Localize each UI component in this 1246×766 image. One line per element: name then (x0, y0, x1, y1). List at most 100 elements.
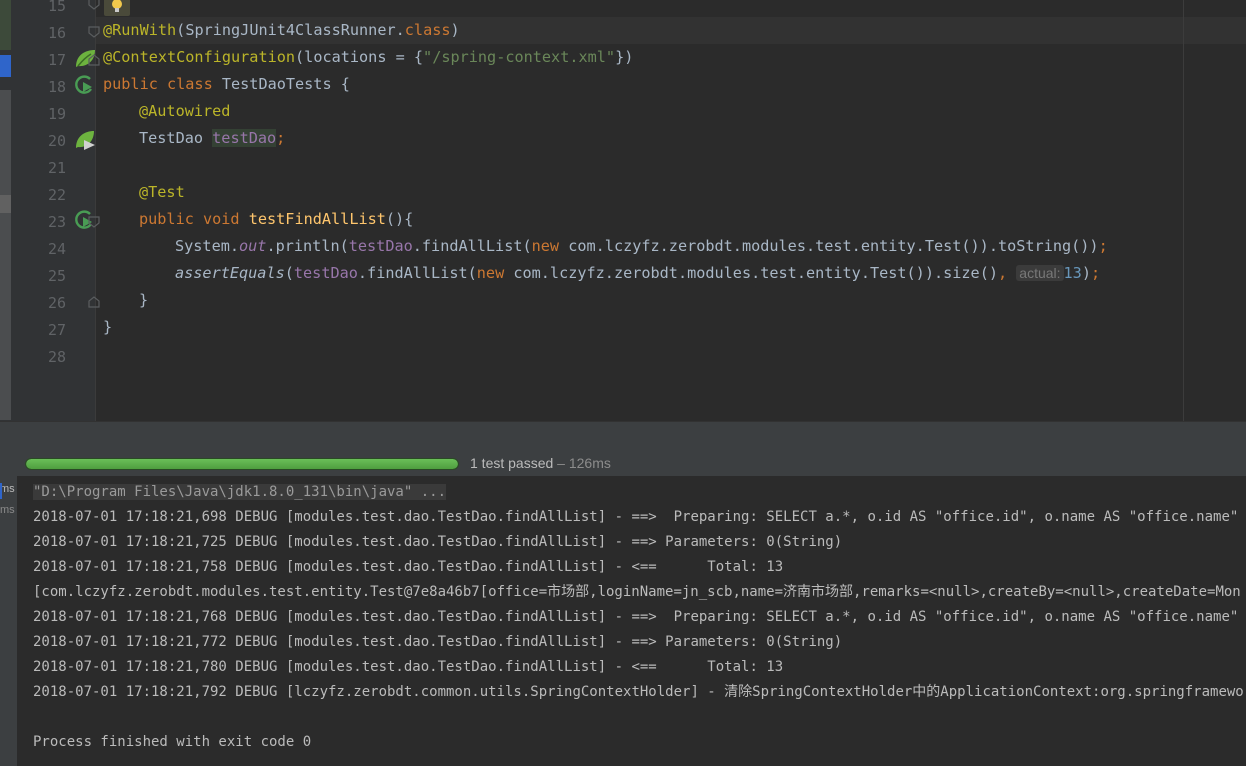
line-number: 16 (47, 24, 66, 42)
paren: ( (284, 264, 294, 282)
progress-fill (26, 459, 458, 469)
test-progress-bar (25, 458, 459, 470)
method-call: .println( (266, 237, 349, 255)
command-line[interactable]: "D:\Program Files\Java\jdk1.8.0_131\bin\… (33, 484, 447, 500)
code-line-19[interactable]: @Autowired (139, 98, 230, 125)
keyword: new (476, 264, 505, 282)
method-call: .findAllList( (412, 237, 532, 255)
code-line-22[interactable]: @Test (139, 179, 185, 206)
console-line: [com.lczyfz.zerobdt.modules.test.entity.… (33, 584, 1246, 600)
paren: ( (176, 21, 186, 39)
code-line-24[interactable]: System.out.println(testDao.findAllList(n… (175, 233, 1108, 260)
paren: ) (1081, 264, 1091, 282)
fold-icon[interactable] (87, 0, 101, 10)
code-line-16[interactable]: @RunWith(SpringJUnit4ClassRunner.class) (103, 17, 460, 44)
class-name: TestDaoTests (221, 75, 332, 93)
paren: (locations = { (295, 48, 424, 66)
console-line: 2018-07-01 17:18:21,792 DEBUG [lczyfz.ze… (33, 684, 1246, 700)
line-number: 27 (47, 321, 66, 339)
string-literal: "/spring-context.xml" (423, 48, 616, 66)
fold-icon[interactable] (87, 214, 101, 228)
brace: } (103, 318, 113, 336)
line-number: 22 (47, 186, 66, 204)
code-line-18[interactable]: public class TestDaoTests { (103, 71, 350, 98)
console-line: 2018-07-01 17:18:21,758 DEBUG [modules.t… (33, 559, 784, 575)
line-number: 15 (47, 0, 66, 15)
code-line-26[interactable]: } (139, 287, 148, 314)
dot: . (395, 21, 405, 39)
console-line: 2018-07-01 17:18:21,698 DEBUG [modules.t… (33, 509, 1246, 525)
passed-label: 1 test passed (470, 455, 554, 471)
annotation: @Test (139, 183, 185, 201)
lightbulb-icon[interactable] (104, 0, 130, 16)
keyword: class (404, 21, 451, 39)
line-number: 24 (47, 240, 66, 258)
code-line-23[interactable]: public void testFindAllList(){ (139, 206, 413, 233)
line-number: 17 (47, 51, 66, 69)
field-name: testDao (293, 264, 358, 282)
line-number: 18 (47, 78, 66, 96)
run-test-icon[interactable] (73, 73, 97, 97)
line-number: 23 (47, 213, 66, 231)
panel-splitter[interactable] (0, 421, 1246, 451)
test-time: ms (0, 483, 15, 495)
test-status-text: 1 test passed – 126ms (470, 450, 611, 476)
keyword: public class (103, 75, 222, 93)
annotation: @RunWith (103, 21, 177, 39)
code-editor[interactable]: 15 16 17 18 19 20 21 22 23 24 25 26 27 2… (0, 0, 1246, 421)
fold-icon[interactable] (87, 24, 101, 38)
method-call: .findAllList( (357, 264, 477, 282)
test-tree-panel[interactable]: ms ms (0, 450, 18, 766)
method-name: testFindAllList (248, 210, 386, 228)
right-margin-guide (1183, 0, 1184, 421)
method-call: assertEquals (175, 264, 285, 282)
expression: com.lczyfz.zerobdt.modules.test.entity.T… (504, 264, 998, 282)
brace: } (139, 291, 149, 309)
test-status-bar: 1 test passed – 126ms (17, 450, 1246, 476)
comma: , (997, 264, 1017, 282)
type-name: TestDao (139, 129, 213, 147)
annotation: @ContextConfiguration (103, 48, 296, 66)
paren: ) (450, 21, 460, 39)
autowired-navigate-icon[interactable] (73, 128, 97, 152)
editor-gutter: 15 16 17 18 19 20 21 22 23 24 25 26 27 2… (21, 0, 96, 421)
fold-icon[interactable] (87, 52, 101, 66)
test-time: ms (0, 504, 15, 516)
code-line-17[interactable]: @ContextConfiguration(locations = {"/spr… (103, 44, 633, 71)
line-number: 21 (47, 159, 66, 177)
code-line-27[interactable]: } (103, 314, 112, 341)
console-output[interactable]: "D:\Program Files\Java\jdk1.8.0_131\bin\… (17, 476, 1246, 766)
console-line: Process finished with exit code 0 (33, 734, 312, 750)
line-number: 26 (47, 294, 66, 312)
static-field: out (239, 237, 267, 255)
semicolon: ; (1098, 237, 1108, 255)
annotation: @Autowired (139, 102, 231, 120)
semicolon: ; (276, 129, 286, 147)
line-number: 20 (47, 132, 66, 150)
console-line: 2018-07-01 17:18:21,772 DEBUG [modules.t… (33, 634, 843, 650)
code-line-20[interactable]: TestDao testDao; (139, 125, 285, 152)
line-number: 25 (47, 267, 66, 285)
tool-window-strip (0, 0, 21, 421)
keyword: public void (139, 210, 249, 228)
params: (){ (385, 210, 414, 228)
console-line: "D:\Program Files\Java\jdk1.8.0_131\bin\… (33, 480, 447, 505)
fold-icon[interactable] (87, 294, 101, 308)
console-line: 2018-07-01 17:18:21,768 DEBUG [modules.t… (33, 609, 1246, 625)
field-name: testDao (348, 237, 413, 255)
expression: com.lczyfz.zerobdt.modules.test.entity.T… (559, 237, 1099, 255)
line-number: 19 (47, 105, 66, 123)
duration-label: – 126ms (553, 455, 611, 471)
class-name: SpringJUnit4ClassRunner (185, 21, 396, 39)
brace: { (331, 75, 350, 93)
field-name: testDao (212, 129, 277, 147)
semicolon: ; (1090, 264, 1101, 282)
keyword: new (531, 237, 560, 255)
console-line: 2018-07-01 17:18:21,780 DEBUG [modules.t… (33, 659, 784, 675)
parameter-hint: actual: (1016, 265, 1064, 281)
class-ref: System. (175, 237, 240, 255)
number-literal: 13 (1063, 264, 1082, 282)
run-tool-window: ms ms 1 test passed – 126ms "D:\Program … (0, 450, 1246, 766)
console-line: 2018-07-01 17:18:21,725 DEBUG [modules.t… (33, 534, 843, 550)
code-line-25[interactable]: assertEquals(testDao.findAllList(new com… (175, 260, 1100, 287)
